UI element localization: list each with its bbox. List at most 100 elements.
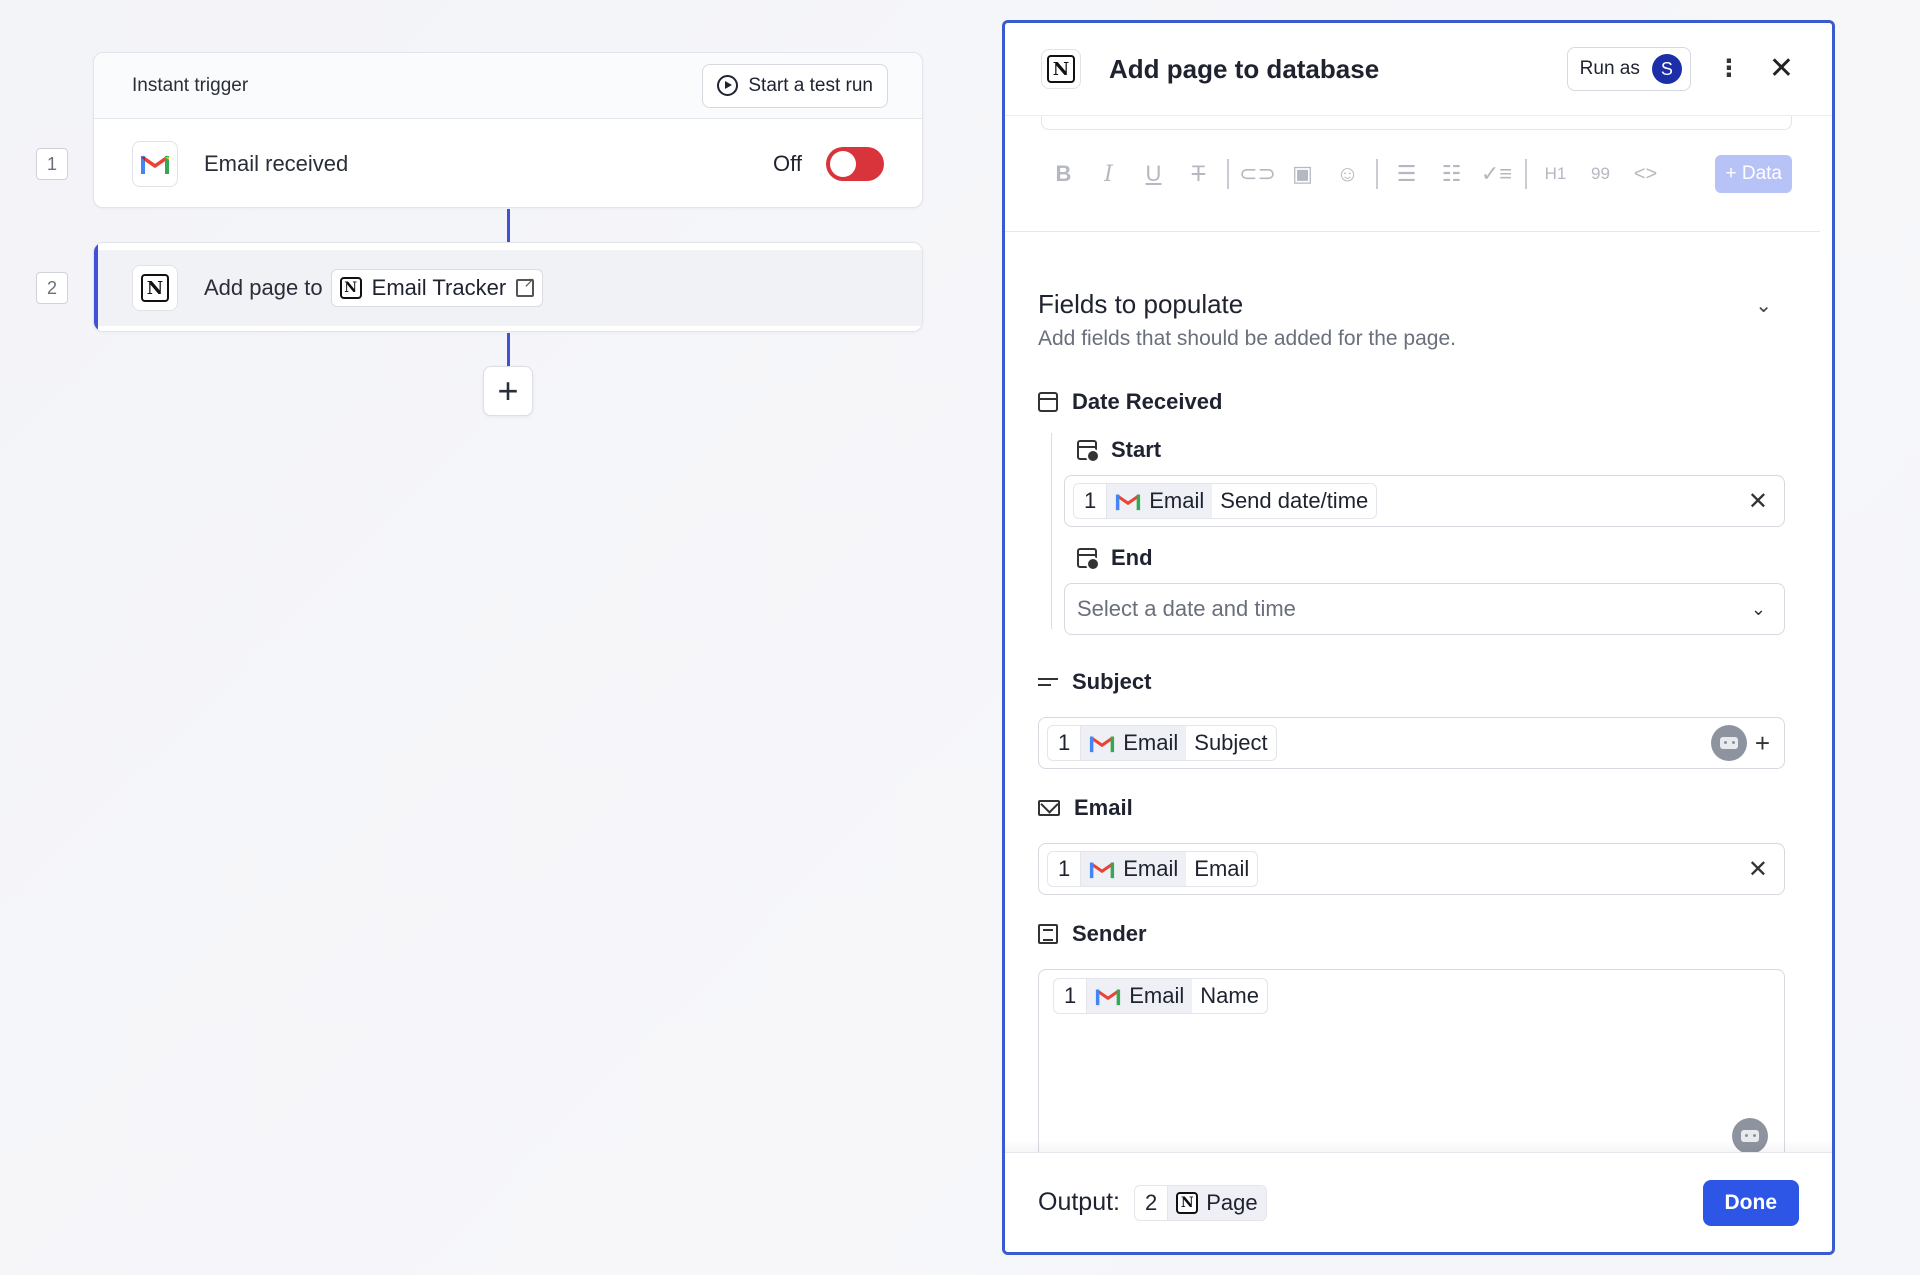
editor-box-edge <box>1041 116 1792 130</box>
heading-icon[interactable]: H1 <box>1533 164 1578 184</box>
gmail-icon <box>1115 492 1141 511</box>
done-button[interactable]: Done <box>1702 1179 1799 1226</box>
group-indent-line <box>1051 433 1052 629</box>
notion-icon: N <box>1047 55 1075 83</box>
token-step: 1 <box>1074 484 1108 518</box>
token-step: 1 <box>1048 852 1082 886</box>
end-label: End <box>1077 545 1153 571</box>
selected-accent-bar <box>94 243 98 331</box>
gmail-icon <box>1089 860 1115 879</box>
gmail-icon <box>1089 734 1115 753</box>
clear-icon[interactable]: ✕ <box>1748 487 1768 516</box>
bold-icon[interactable]: B <box>1041 161 1086 187</box>
toolbar-divider <box>1376 159 1378 189</box>
token-app-name: Email <box>1149 488 1205 513</box>
checklist-icon[interactable]: ✓≡ <box>1474 161 1519 187</box>
token-field: Subject <box>1194 730 1268 755</box>
output-token[interactable]: 2 N Page <box>1134 1184 1267 1221</box>
trigger-header: Instant trigger Start a test run <box>94 53 922 119</box>
chevron-down-icon: ⌄ <box>1750 598 1766 619</box>
strikethrough-icon[interactable]: T <box>1176 161 1221 187</box>
underline-icon[interactable]: U <box>1131 161 1176 187</box>
start-text: Start <box>1111 437 1162 462</box>
step-number-1: 1 <box>36 148 68 180</box>
calendar-clock-icon <box>1077 440 1100 463</box>
subject-label: Subject <box>1038 669 1151 695</box>
subject-field[interactable]: 1 Email Subject + <box>1038 717 1785 769</box>
data-token[interactable]: 1 Email Email <box>1047 851 1259 887</box>
fields-section-subtitle: Add fields that should be added for the … <box>1038 327 1456 350</box>
fields-section-title: Fields to populate <box>1038 289 1244 319</box>
image-icon[interactable]: ▣ <box>1280 161 1325 187</box>
date-received-text: Date Received <box>1072 389 1223 414</box>
sender-field[interactable]: 1 Email Name <box>1038 969 1785 1169</box>
step-config-panel: N Add page to database Run as S ⋮ ✕ B I … <box>1002 20 1835 1255</box>
start-label: Start <box>1077 437 1161 463</box>
data-token[interactable]: 1 Email Name <box>1053 978 1268 1014</box>
email-field[interactable]: 1 Email Email ✕ <box>1038 843 1785 895</box>
data-token[interactable]: 1 Email Subject <box>1047 725 1277 761</box>
add-data-button[interactable]: + Data <box>1715 155 1792 193</box>
token-app: Email <box>1107 484 1213 518</box>
toolbar-divider <box>1227 159 1229 189</box>
play-icon <box>717 75 739 96</box>
fields-body: Fields to populate Add fields that shoul… <box>1005 231 1832 1169</box>
database-name: Email Tracker <box>371 275 507 300</box>
add-step-button[interactable]: + <box>483 366 533 416</box>
calendar-icon <box>1038 392 1058 412</box>
token-app-name: Email <box>1129 983 1185 1008</box>
run-as-button[interactable]: Run as S <box>1566 47 1691 91</box>
trigger-card[interactable]: Instant trigger Start a test run Email r… <box>93 52 923 208</box>
gmail-icon <box>140 153 170 175</box>
italic-icon[interactable]: I <box>1086 162 1131 187</box>
output-field: Page <box>1206 1189 1258 1215</box>
emoji-icon[interactable]: ☺ <box>1325 161 1370 187</box>
data-token[interactable]: 1 Email Send date/time <box>1073 483 1378 519</box>
enable-toggle[interactable] <box>826 147 884 181</box>
trigger-event-label: Email received <box>204 151 349 176</box>
action-row[interactable]: N Add page to N Email Tracker <box>94 250 922 326</box>
link-icon[interactable]: ⊂⊃ <box>1235 161 1280 187</box>
text-block-icon <box>1038 924 1058 944</box>
output-label: Output: <box>1038 1188 1120 1216</box>
token-step: 2 <box>1135 1185 1169 1220</box>
subject-text: Subject <box>1072 669 1152 694</box>
add-icon[interactable]: + <box>1755 728 1770 759</box>
bulleted-list-icon[interactable]: ☰ <box>1384 161 1429 187</box>
end-date-select[interactable]: Select a date and time ⌄ <box>1064 583 1785 635</box>
code-icon[interactable]: <> <box>1623 163 1668 186</box>
panel-header: N Add page to database Run as S ⋮ ✕ <box>1005 23 1832 116</box>
more-options-icon[interactable]: ⋮ <box>1717 57 1741 81</box>
token-field: Email <box>1194 856 1250 881</box>
action-card[interactable]: N Add page to N Email Tracker <box>93 242 923 332</box>
footer-shadow <box>1005 1140 1832 1152</box>
numbered-list-icon[interactable]: ☷ <box>1429 161 1474 187</box>
token-app: Email <box>1087 979 1193 1013</box>
connector-line <box>507 333 510 366</box>
external-link-icon[interactable] <box>516 274 535 297</box>
start-test-run-label: Start a test run <box>748 74 873 96</box>
token-app: N Page <box>1168 1185 1266 1220</box>
quote-icon[interactable]: 99 <box>1578 164 1623 184</box>
chevron-down-icon[interactable]: ⌄ <box>1755 293 1772 318</box>
trigger-row[interactable]: Email received Off <box>94 119 922 209</box>
date-received-label: Date Received <box>1038 389 1222 415</box>
token-field: Name <box>1200 983 1259 1008</box>
start-test-run-button[interactable]: Start a test run <box>702 63 888 108</box>
token-step: 1 <box>1048 726 1082 760</box>
token-app-name: Email <box>1123 730 1179 755</box>
end-text: End <box>1111 545 1153 570</box>
run-as-label: Run as <box>1579 58 1640 79</box>
close-icon[interactable]: ✕ <box>1769 54 1794 84</box>
database-pill[interactable]: N Email Tracker <box>330 269 544 307</box>
action-prefix-label: Add page to <box>204 275 323 300</box>
connector-line <box>507 209 510 242</box>
sender-label: Sender <box>1038 921 1147 947</box>
token-app: Email <box>1081 852 1187 886</box>
email-text: Email <box>1074 795 1133 820</box>
start-date-field[interactable]: 1 Email Send date/time ✕ <box>1064 475 1785 527</box>
mail-icon <box>1038 800 1060 816</box>
clear-icon[interactable]: ✕ <box>1748 855 1768 884</box>
ai-assistant-icon[interactable] <box>1710 725 1747 761</box>
token-app: Email <box>1081 726 1187 760</box>
